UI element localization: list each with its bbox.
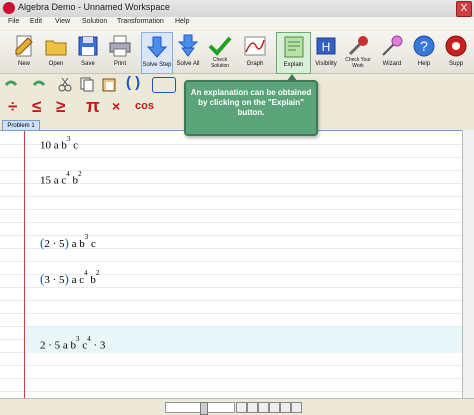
help-icon: ? (413, 35, 435, 57)
paste-icon[interactable] (102, 77, 116, 92)
explain-tooltip: An explanation can be obtained by clicki… (184, 74, 318, 136)
down-arrow-icon (146, 36, 168, 58)
visibility-icon: H (316, 37, 336, 55)
graph-button[interactable]: Graph (240, 32, 270, 72)
expression-2[interactable]: 15 a c4 b2 (40, 170, 82, 187)
nav-prev-button[interactable] (247, 402, 258, 413)
parenthesis-button[interactable]: ( ) (126, 74, 140, 91)
wand-icon (382, 35, 403, 56)
expression-1[interactable]: 10 a b3 c (40, 135, 78, 152)
ruling-line (0, 287, 462, 288)
greater-equal-button[interactable]: ≥ (56, 97, 65, 117)
nav-stop-button[interactable] (258, 402, 269, 413)
explain-notebook-icon (284, 36, 303, 58)
check-solution-button[interactable]: Check Solution (205, 32, 235, 72)
nav-last-button[interactable] (280, 402, 291, 413)
open-button[interactable]: Open (42, 32, 70, 72)
ruling-line (0, 261, 462, 262)
double-down-arrow-icon (177, 34, 199, 57)
nav-next-button[interactable] (269, 402, 280, 413)
ruling-line (0, 365, 462, 366)
ruling-line (0, 300, 462, 301)
support-icon (445, 35, 467, 57)
menu-edit[interactable]: Edit (30, 18, 42, 25)
copy-icon[interactable] (80, 77, 94, 92)
wrench-icon (348, 36, 368, 56)
multiply-button[interactable]: × (112, 98, 120, 114)
redo-icon[interactable] (32, 78, 46, 92)
ruling-line (0, 157, 462, 158)
menu-solution[interactable]: Solution (82, 18, 107, 25)
undo-icon[interactable] (4, 78, 18, 92)
check-your-work-button[interactable]: Check Your Work (343, 32, 373, 72)
app-icon (3, 2, 15, 14)
title-bar: Algebra Demo - Unnamed Workspace X (0, 0, 474, 18)
pi-button[interactable]: π (86, 96, 100, 117)
window-title: Algebra Demo - Unnamed Workspace (18, 2, 170, 12)
margin-line (24, 131, 25, 399)
explain-button[interactable]: Explain (276, 32, 311, 74)
nav-loop-button[interactable] (291, 402, 302, 413)
svg-text:H: H (322, 40, 331, 54)
help-button[interactable]: ? Help (410, 32, 438, 72)
menu-help[interactable]: Help (175, 18, 189, 25)
app-window: Algebra Demo - Unnamed Workspace X File … (0, 0, 474, 415)
expression-5[interactable]: 2 · 5 a b3 c4 · 3 (40, 335, 105, 352)
ruling-line (0, 391, 462, 392)
new-button[interactable]: New (10, 32, 38, 72)
svg-text:?: ? (420, 38, 428, 54)
wizard-button[interactable]: Wizard (378, 32, 406, 72)
new-icon (15, 35, 33, 57)
vertical-scrollbar[interactable] (462, 130, 474, 398)
checkmark-icon (208, 36, 232, 56)
print-button[interactable]: Print (106, 32, 134, 72)
visibility-button[interactable]: H Visibility (311, 32, 341, 72)
solve-all-button[interactable]: Solve All (174, 32, 202, 72)
save-button[interactable]: Save (74, 32, 102, 72)
horizontal-scrollbar[interactable] (0, 398, 474, 415)
ruling-line (0, 313, 462, 314)
cos-button[interactable]: cos (135, 100, 154, 112)
ruling-line (0, 222, 462, 223)
expression-3[interactable]: (2 · 5) a b3 c (40, 233, 96, 251)
zoom-slider[interactable] (165, 402, 235, 415)
cut-icon[interactable] (58, 77, 72, 92)
graph-icon (244, 36, 266, 56)
nav-first-button[interactable] (236, 402, 247, 413)
menu-view[interactable]: View (55, 18, 70, 25)
menu-file[interactable]: File (8, 18, 19, 25)
expression-4[interactable]: (3 · 5) a c4 b2 (40, 269, 99, 287)
ruling-line (0, 196, 462, 197)
menu-bar: File Edit View Solution Transformation H… (0, 17, 474, 30)
support-button[interactable]: Supp (442, 32, 470, 72)
printer-icon (109, 35, 131, 57)
menu-transformation[interactable]: Transformation (117, 18, 164, 25)
bracket-button[interactable] (152, 77, 176, 93)
close-button[interactable]: X (456, 1, 472, 17)
floppy-icon (78, 36, 98, 56)
zoom-slider-thumb[interactable] (200, 402, 208, 415)
ruling-line (0, 378, 462, 379)
workspace[interactable]: 10 a b3 c 15 a c4 b2 (2 · 5) a b3 c (3 ·… (0, 130, 462, 399)
less-equal-button[interactable]: ≤ (32, 97, 41, 117)
tooltip-arrow (286, 74, 298, 82)
solve-step-button[interactable]: Solve Step (141, 32, 173, 74)
tooltip-text: An explanation can be obtained by clicki… (190, 88, 312, 117)
divide-button[interactable]: ÷ (8, 97, 17, 117)
ruling-line (0, 209, 462, 210)
main-toolbar: New Open Save Print Solve Step Solve All… (0, 31, 474, 74)
folder-icon (45, 40, 67, 56)
